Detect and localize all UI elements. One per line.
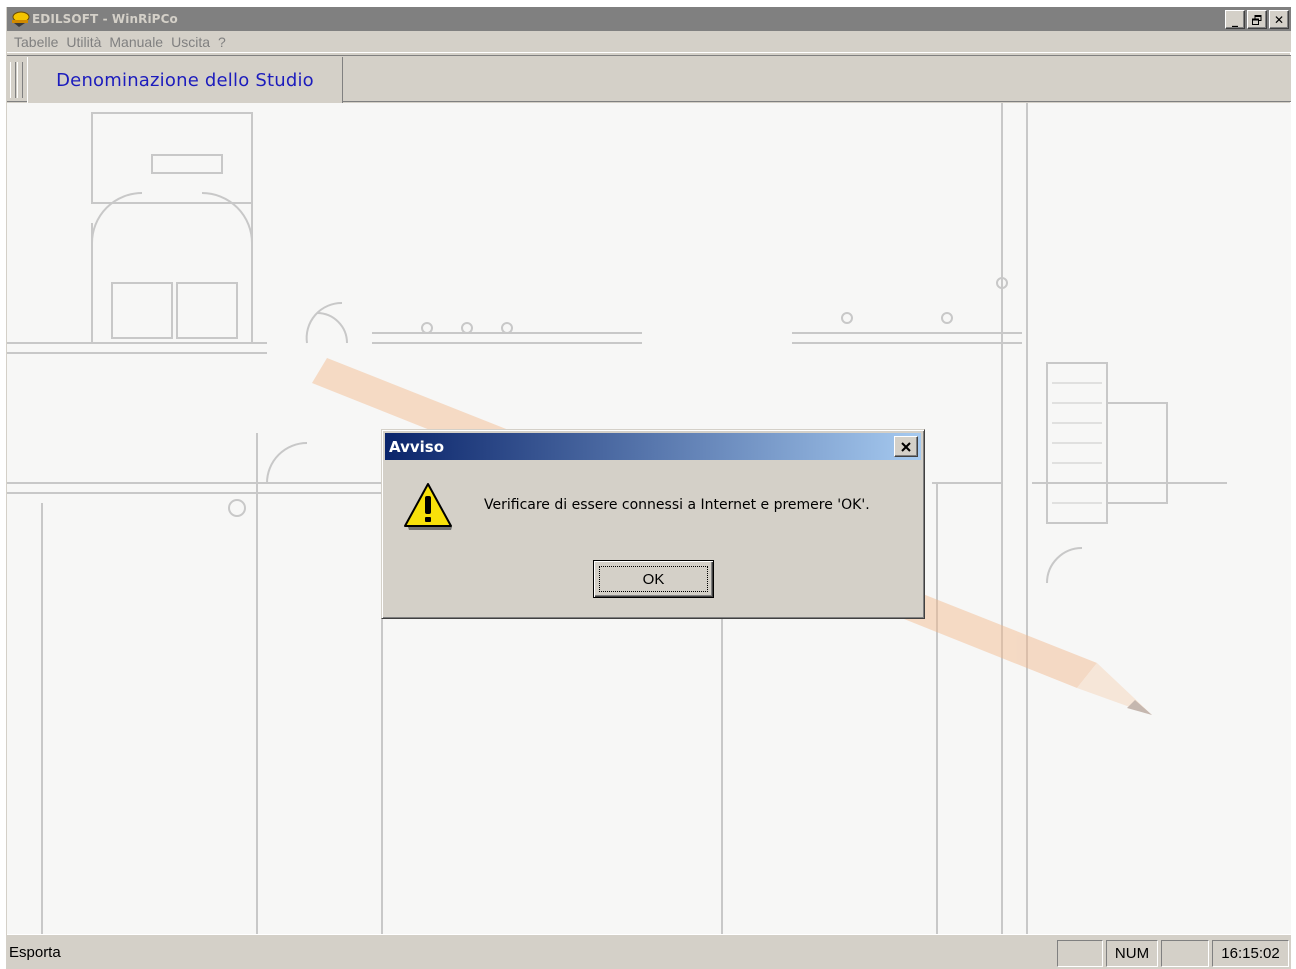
- clock-time: 16:15:02: [1221, 945, 1280, 962]
- title-bar[interactable]: EDILSOFT - WinRiPCo _ ✕: [7, 7, 1291, 31]
- status-bar: Esporta NUM 16:15:02: [7, 934, 1291, 969]
- toolbar-grip-secondary[interactable]: [17, 62, 23, 98]
- status-panel-time: 16:15:02: [1212, 940, 1289, 967]
- restore-button[interactable]: [1247, 10, 1267, 29]
- window-title: EDILSOFT - WinRiPCo: [32, 12, 178, 26]
- dialog-close-button[interactable]: [894, 436, 918, 457]
- close-window-button[interactable]: ✕: [1269, 10, 1289, 29]
- menu-tabelle[interactable]: Tabelle: [10, 34, 62, 50]
- menu-manuale[interactable]: Manuale: [105, 34, 167, 50]
- menu-bar: Tabelle Utilità Manuale Uscita ?: [7, 31, 1291, 53]
- studio-name-label: Denominazione dello Studio: [56, 69, 314, 91]
- menu-utilita[interactable]: Utilità: [62, 34, 105, 50]
- close-icon: [901, 441, 911, 452]
- status-panel-num: NUM: [1106, 940, 1158, 967]
- dialog-message: Verificare di essere connessi a Internet…: [484, 497, 870, 513]
- warning-icon: [404, 483, 452, 530]
- num-lock-indicator: NUM: [1114, 945, 1150, 962]
- minimize-button[interactable]: _: [1225, 10, 1245, 29]
- warning-dialog: Avviso Verificare di essere connessi a I…: [381, 429, 925, 619]
- toolbar: Denominazione dello Studio: [7, 55, 1291, 103]
- status-panel-empty-2: [1161, 940, 1209, 967]
- studio-name-button[interactable]: Denominazione dello Studio: [27, 57, 343, 103]
- menu-help[interactable]: ?: [214, 34, 230, 50]
- status-text: Esporta: [9, 944, 61, 961]
- dialog-title: Avviso: [389, 437, 445, 456]
- ok-button[interactable]: OK: [593, 560, 714, 598]
- toolbar-grip[interactable]: [10, 62, 16, 98]
- app-logo-icon: [12, 11, 30, 27]
- close-icon: ✕: [1273, 12, 1285, 27]
- menu-uscita[interactable]: Uscita: [167, 34, 214, 50]
- focus-rectangle: [599, 566, 708, 592]
- restore-icon: [1252, 14, 1262, 25]
- dialog-title-bar[interactable]: Avviso: [385, 433, 921, 460]
- status-panel-empty-1: [1057, 940, 1103, 967]
- minimize-icon: _: [1232, 12, 1238, 27]
